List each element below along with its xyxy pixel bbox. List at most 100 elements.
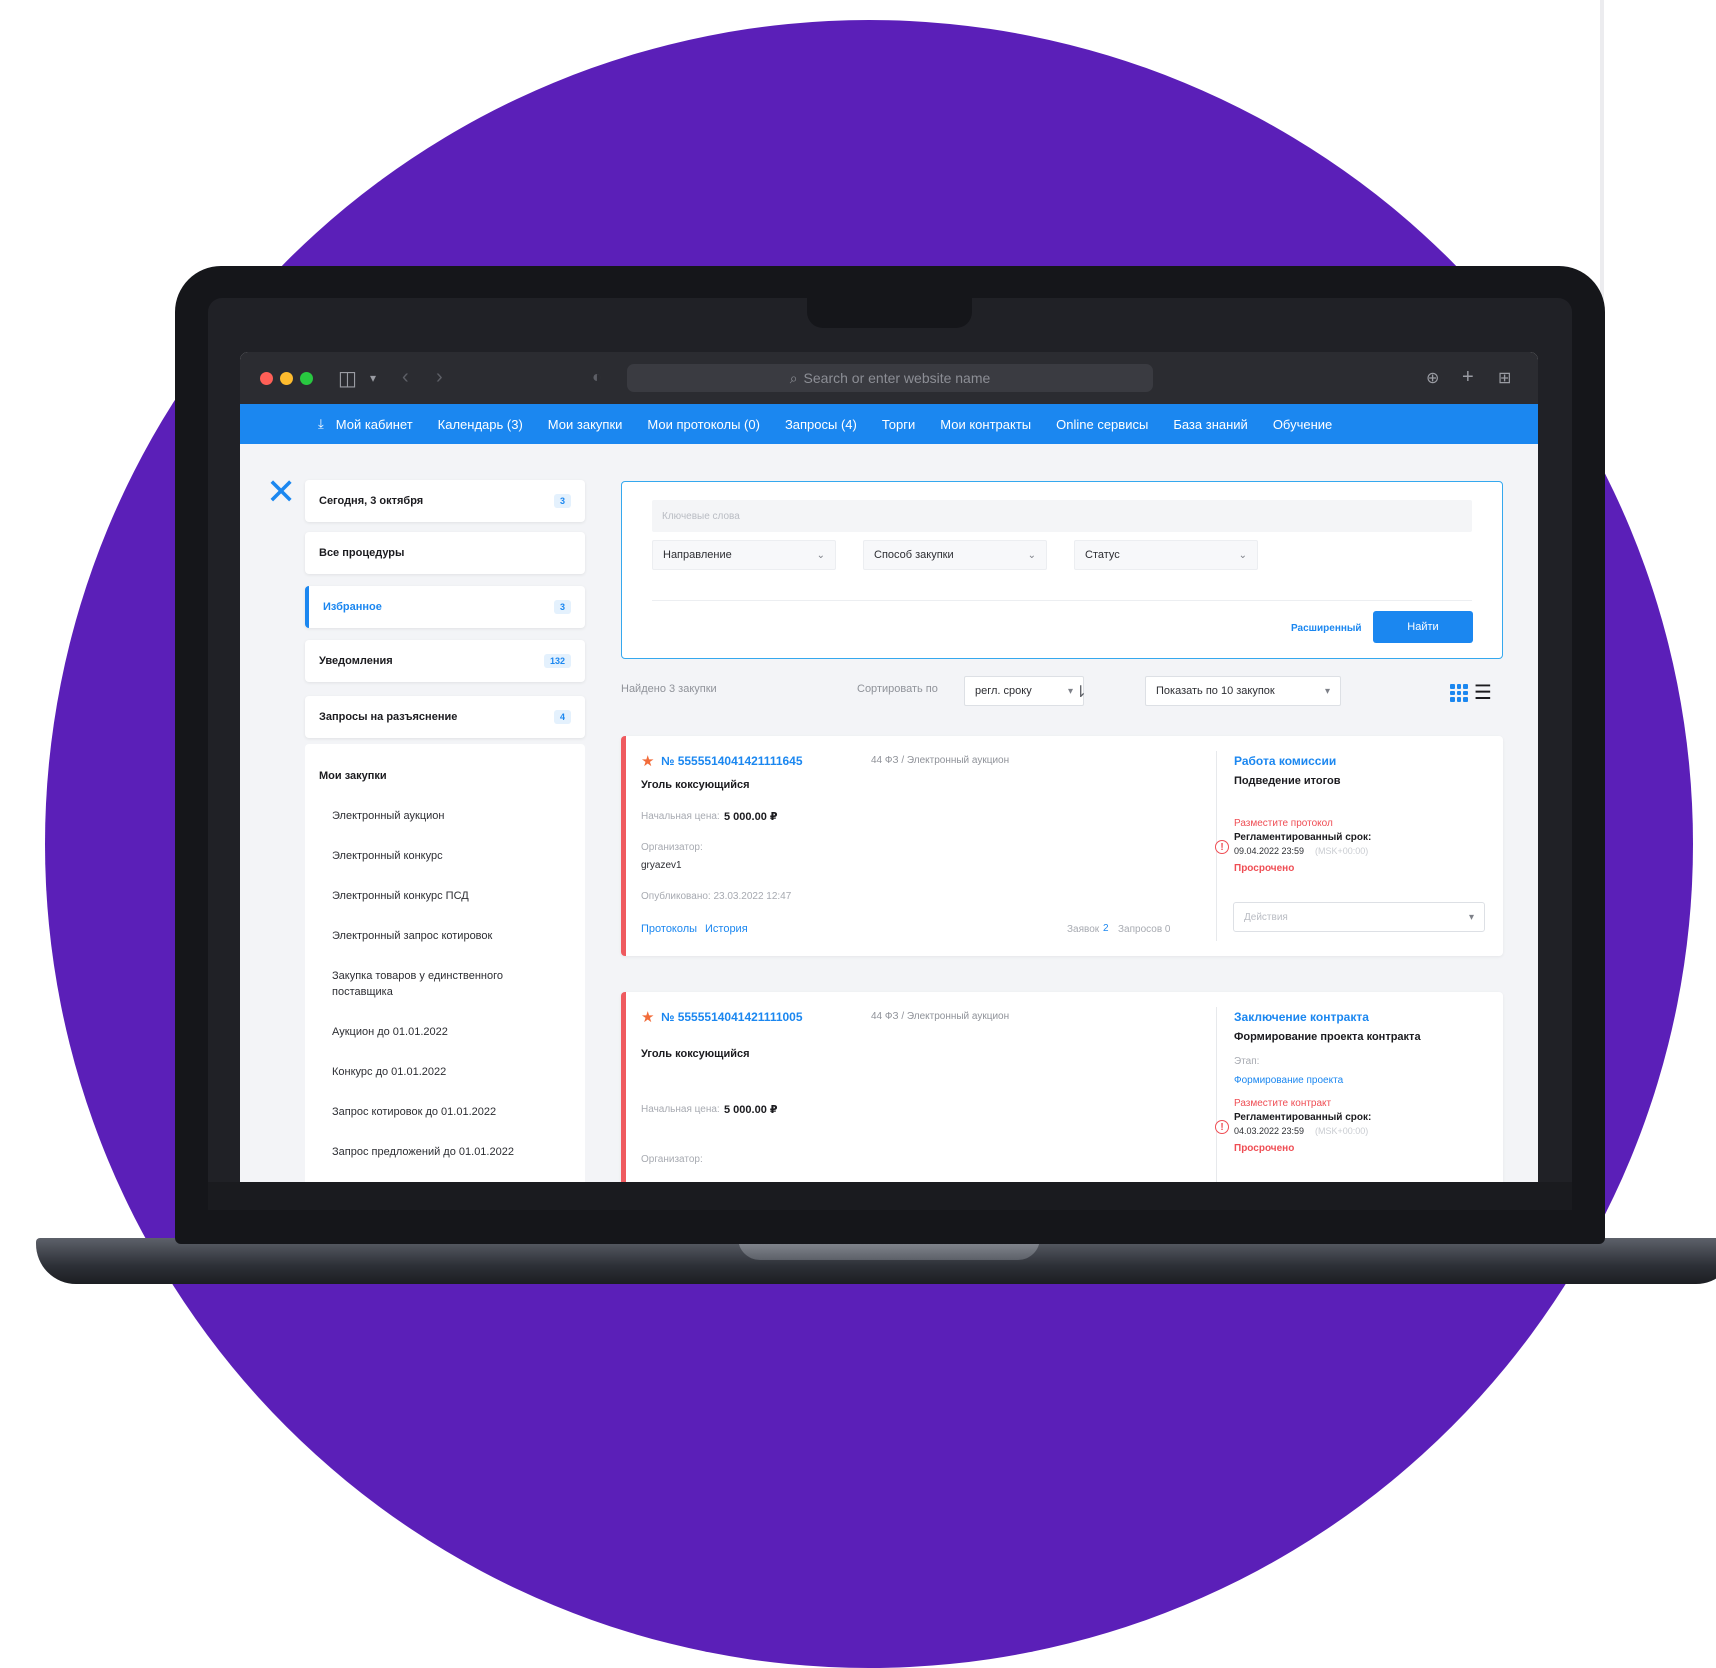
camera-notch xyxy=(807,298,972,328)
status-subtitle: Подведение итогов xyxy=(1234,775,1341,787)
price-value: 5 000.00 ₽ xyxy=(724,1104,778,1116)
keywords-input[interactable]: Ключевые слова xyxy=(652,500,1472,532)
chevron-down-icon: ⌄ xyxy=(1027,549,1036,561)
page-size-select[interactable]: Показать по 10 закупок ▾ xyxy=(1145,676,1341,706)
select-label: регл. сроку xyxy=(975,685,1032,697)
chevron-down-icon[interactable]: ▾ xyxy=(370,371,376,385)
select-label: Показать по 10 закупок xyxy=(1156,685,1275,697)
sidebar-card-clarification-requests[interactable]: Запросы на разъяснение 4 xyxy=(305,696,585,738)
procurement-card[interactable]: ★ № 5555514041421111005 44 ФЗ / Электрон… xyxy=(621,992,1503,1182)
nav-knowledge-base[interactable]: База знаний xyxy=(1173,417,1248,432)
list-item[interactable]: Электронный конкурс xyxy=(332,848,542,864)
chevron-down-icon: ⌄ xyxy=(816,549,825,561)
list-item[interactable]: Запрос предложений до 01.01.2022 xyxy=(332,1144,542,1160)
sidebar-toggle-icon[interactable]: ◫ xyxy=(338,366,357,391)
nav-my-protocols[interactable]: Мои протоколы (0) xyxy=(647,417,760,432)
method-select[interactable]: Способ закупки ⌄ xyxy=(863,540,1047,570)
nav-training[interactable]: Обучение xyxy=(1273,417,1332,432)
new-tab-icon[interactable]: + xyxy=(1462,366,1474,389)
sort-select[interactable]: регл. сроку ▾ xyxy=(964,676,1084,706)
shield-icon[interactable]: ◐ xyxy=(592,369,602,387)
direction-select[interactable]: Направление ⌄ xyxy=(652,540,836,570)
price-label: Начальная цена: xyxy=(641,1104,720,1115)
stage-value[interactable]: Формирование проекта xyxy=(1234,1075,1343,1086)
nav-requests[interactable]: Запросы (4) xyxy=(785,417,857,432)
actions-select[interactable]: Действия ▾ xyxy=(1233,902,1485,932)
procedure-number[interactable]: № 5555514041421111005 xyxy=(661,1010,803,1024)
warning-icon: ! xyxy=(1215,840,1229,854)
back-icon[interactable]: ‹ xyxy=(402,366,409,389)
procedure-law: 44 ФЗ / Электронный аукцион xyxy=(871,1011,1010,1022)
list-item[interactable]: Аукцион до 01.01.2022 xyxy=(332,1024,542,1040)
my-purchases-list: Мои закупки Электронный аукцион Электрон… xyxy=(305,744,585,1182)
nav-calendar[interactable]: Календарь (3) xyxy=(438,417,523,432)
procedure-name: Уголь коксующийся xyxy=(641,1048,750,1060)
star-icon[interactable]: ★ xyxy=(641,752,654,770)
select-label: Действия xyxy=(1244,911,1288,923)
minimize-window-button[interactable] xyxy=(280,372,293,385)
list-item[interactable]: Запрос котировок до 01.01.2022 xyxy=(332,1104,542,1120)
sidebar-card-today[interactable]: Сегодня, 3 октября 3 xyxy=(305,480,585,522)
sidebar-card-all-procedures[interactable]: Все процедуры xyxy=(305,532,585,574)
url-bar[interactable]: ⌕ Search or enter website name xyxy=(627,364,1153,392)
deadline-timezone: (MSK+00:00) xyxy=(1315,1126,1369,1136)
stage-label: Этап: xyxy=(1234,1056,1260,1067)
price-value: 5 000.00 ₽ xyxy=(724,811,778,823)
procurement-card[interactable]: ★ № 5555514041421111645 44 ФЗ / Электрон… xyxy=(621,736,1503,956)
sidebar-card-notifications[interactable]: Уведомления 132 xyxy=(305,640,585,682)
grid-view-icon[interactable] xyxy=(1450,684,1468,702)
count-badge: 4 xyxy=(553,710,571,724)
list-item[interactable]: Конкурс до 01.01.2022 xyxy=(332,1064,542,1080)
status-subtitle: Формирование проекта контракта xyxy=(1234,1031,1421,1043)
tab-overview-icon[interactable]: ⊞ xyxy=(1498,368,1511,388)
warning-text: Разместите протокол xyxy=(1234,818,1333,829)
nav-my-contracts[interactable]: Мои контракты xyxy=(940,417,1031,432)
download-icon[interactable]: ⤓ xyxy=(318,416,324,432)
protocols-link[interactable]: Протоколы xyxy=(641,923,697,935)
chevron-down-icon: ▾ xyxy=(1468,911,1474,923)
list-item[interactable]: Закупка товаров у единственного поставщи… xyxy=(332,968,542,1000)
extended-search-link[interactable]: Расширенный xyxy=(1291,623,1362,634)
divider xyxy=(652,600,1472,601)
sidebar-card-label: Сегодня, 3 октября xyxy=(319,495,424,507)
list-view-icon[interactable]: ☰ xyxy=(1474,683,1492,703)
chevron-down-icon: ▾ xyxy=(1067,685,1073,697)
close-window-button[interactable] xyxy=(260,372,273,385)
close-icon[interactable]: ✕ xyxy=(266,474,296,510)
search-icon: ⌕ xyxy=(789,369,798,386)
organizer-label: Организатор: xyxy=(641,842,703,853)
select-label: Статус xyxy=(1085,549,1120,561)
deadline-timezone: (MSK+00:00) xyxy=(1315,846,1369,856)
list-item[interactable]: Электронный конкурс ПСД xyxy=(332,888,542,904)
organizer-label: Организатор: xyxy=(641,1154,703,1165)
overdue-status: Просрочено xyxy=(1234,1143,1295,1154)
requests-count: Запросов 0 xyxy=(1118,924,1171,935)
price-label: Начальная цена: xyxy=(641,811,720,822)
status-title[interactable]: Работа комиссии xyxy=(1234,754,1336,768)
maximize-window-button[interactable] xyxy=(300,372,313,385)
list-item[interactable]: Электронный аукцион xyxy=(332,808,542,824)
nav-auctions[interactable]: Торги xyxy=(882,417,915,432)
procedure-law: 44 ФЗ / Электронный аукцион xyxy=(871,755,1010,766)
bids-count[interactable]: 2 xyxy=(1103,923,1109,934)
deadline-value: 09.04.2022 23:59 xyxy=(1234,846,1305,856)
download-icon[interactable]: ⊕ xyxy=(1426,368,1439,388)
find-button[interactable]: Найти xyxy=(1373,611,1473,643)
sort-label: Сортировать по xyxy=(857,683,938,695)
sort-direction-icon[interactable]: ⇂ xyxy=(1074,682,1087,702)
star-icon[interactable]: ★ xyxy=(641,1008,654,1026)
results-count: Найдено 3 закупки xyxy=(621,683,717,695)
nav-online-services[interactable]: Online сервисы xyxy=(1056,417,1148,432)
forward-icon[interactable]: › xyxy=(436,366,443,389)
history-link[interactable]: История xyxy=(705,923,748,935)
chevron-down-icon: ▾ xyxy=(1324,685,1330,697)
sidebar-card-favorites[interactable]: Избранное 3 xyxy=(305,586,585,628)
main-nav: ⤓ Мой кабинет Календарь (3) Мои закупки … xyxy=(240,404,1538,444)
status-title[interactable]: Заключение контракта xyxy=(1234,1010,1369,1024)
procedure-number[interactable]: № 5555514041421111645 xyxy=(661,754,803,768)
count-badge: 3 xyxy=(553,494,571,508)
list-item[interactable]: Электронный запрос котировок xyxy=(332,928,542,944)
nav-my-purchases[interactable]: Мои закупки xyxy=(548,417,623,432)
status-select[interactable]: Статус ⌄ xyxy=(1074,540,1258,570)
nav-my-cabinet[interactable]: Мой кабинет xyxy=(336,417,413,432)
